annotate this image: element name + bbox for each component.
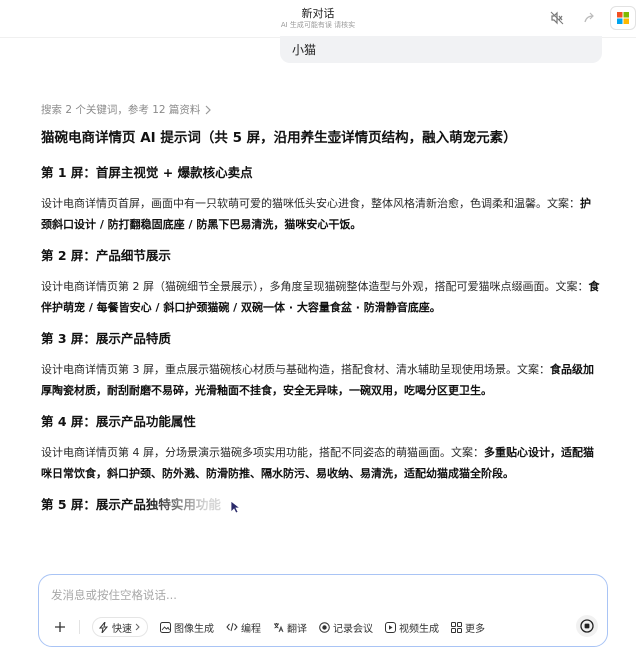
user-message-bubble: 小猫: [280, 36, 602, 63]
stop-icon: [580, 619, 594, 633]
screen-desc: 设计电商详情页第 2 屏（猫碗细节全景展示），多角度呈现猫碗整体造型与外观，搭配…: [41, 280, 589, 293]
screen-body: 设计电商详情页第 2 屏（猫碗细节全景展示），多角度呈现猫碗整体造型与外观，搭配…: [41, 277, 601, 318]
screen-body: 设计电商详情页第 3 屏，重点展示猫碗核心材质与基础构造，搭配食材、清水辅助呈现…: [41, 360, 601, 401]
screen-desc: 设计电商详情页第 3 屏，重点展示猫碗核心材质与基础构造，搭配食材、清水辅助呈现…: [41, 363, 550, 376]
screen-heading-text: 第 5 屏：展示产品独特实用功能: [41, 497, 221, 512]
search-references[interactable]: 搜索 2 个关键词，参考 12 篇资料: [41, 102, 212, 117]
search-references-label: 搜索 2 个关键词，参考 12 篇资料: [41, 104, 201, 116]
quick-mode-label: 快速: [112, 623, 132, 635]
screen-section: 第 4 屏：展示产品功能属性 设计电商详情页第 4 屏，分场景演示猫碗多项实用功…: [41, 413, 601, 484]
share-icon[interactable]: [578, 7, 600, 29]
translate-icon: [274, 622, 284, 632]
message-input[interactable]: [51, 585, 591, 605]
screen-body: 设计电商详情页首屏，画面中有一只软萌可爱的猫咪低头安心进食，整体风格清新治愈，色…: [41, 194, 601, 235]
record-icon: [319, 621, 330, 633]
more-tools-button[interactable]: 更多: [451, 617, 485, 637]
translate-button[interactable]: 翻译: [273, 617, 307, 637]
screen-desc: 设计电商详情页首屏，画面中有一只软萌可爱的猫咪低头安心进食，整体风格清新治愈，色…: [41, 197, 580, 210]
image-generation-button[interactable]: 图像生成: [160, 617, 214, 637]
coding-label: 编程: [241, 623, 261, 635]
grid-icon: [451, 621, 462, 633]
conversation-subtitle: AI 生成可能有误 请核实: [280, 21, 356, 29]
screen-section: 第 2 屏：产品细节展示 设计电商详情页第 2 屏（猫碗细节全景展示），多角度呈…: [41, 247, 601, 318]
composer-toolbar: 快速 图像生成 编程 翻译 记录会议 视频生成 更多: [51, 617, 497, 637]
screen-heading: 第 1 屏：首屏主视觉 + 爆款核心卖点: [41, 165, 253, 180]
screen-heading: 第 3 屏：展示产品特质: [41, 331, 171, 346]
screen-heading: 第 4 屏：展示产品功能属性: [41, 414, 196, 429]
record-meeting-button[interactable]: 记录会议: [319, 617, 373, 637]
video-generation-label: 视频生成: [399, 623, 439, 635]
answer-title: 猫碗电商详情页 AI 提示词（共 5 屏，沿用养生壶详情页结构，融入萌宠元素）: [41, 130, 517, 146]
mouse-cursor-icon: [230, 500, 240, 514]
image-icon: [160, 621, 171, 633]
quick-mode-toggle[interactable]: 快速: [92, 617, 148, 637]
translate-label: 翻译: [287, 623, 307, 635]
conversation-title: 新对话: [301, 7, 335, 20]
record-meeting-label: 记录会议: [333, 623, 373, 635]
assistant-answer: 猫碗电商详情页 AI 提示词（共 5 屏，沿用养生壶详情页结构，融入萌宠元素） …: [41, 128, 601, 526]
more-tools-label: 更多: [465, 623, 485, 635]
app-logo-icon[interactable]: [610, 6, 636, 30]
plus-icon: [55, 622, 65, 632]
lightning-icon: [99, 621, 109, 633]
toolbar-divider: [79, 620, 80, 634]
add-attachment-button[interactable]: [51, 618, 69, 636]
video-generation-button[interactable]: 视频生成: [385, 617, 439, 637]
chevron-right-icon: [205, 105, 212, 114]
image-generation-label: 图像生成: [174, 623, 214, 635]
code-icon: [226, 622, 238, 632]
screen-desc: 设计电商详情页第 4 屏，分场景演示猫碗多项实用功能，搭配不同姿态的萌猫画面。文…: [41, 446, 484, 459]
screen-section: 第 3 屏：展示产品特质 设计电商详情页第 3 屏，重点展示猫碗核心材质与基础构…: [41, 330, 601, 401]
screen-section: 第 5 屏：展示产品独特实用功能: [41, 496, 601, 514]
stop-generation-button[interactable]: [576, 615, 598, 637]
screen-section: 第 1 屏：首屏主视觉 + 爆款核心卖点 设计电商详情页首屏，画面中有一只软萌可…: [41, 164, 601, 235]
message-composer: 快速 图像生成 编程 翻译 记录会议 视频生成 更多: [38, 574, 608, 647]
speaker-off-icon[interactable]: [546, 7, 568, 29]
chevron-right-icon: [135, 623, 140, 631]
screen-heading: 第 2 屏：产品细节展示: [41, 248, 171, 263]
screen-heading-streaming: 第 5 屏：展示产品独特实用功能: [41, 496, 601, 514]
top-bar: 新对话 AI 生成可能有误 请核实: [0, 0, 636, 38]
video-icon: [385, 621, 396, 633]
top-bar-actions: [546, 6, 636, 30]
coding-button[interactable]: 编程: [226, 617, 261, 637]
screen-body: 设计电商详情页第 4 屏，分场景演示猫碗多项实用功能，搭配不同姿态的萌猫画面。文…: [41, 443, 601, 484]
